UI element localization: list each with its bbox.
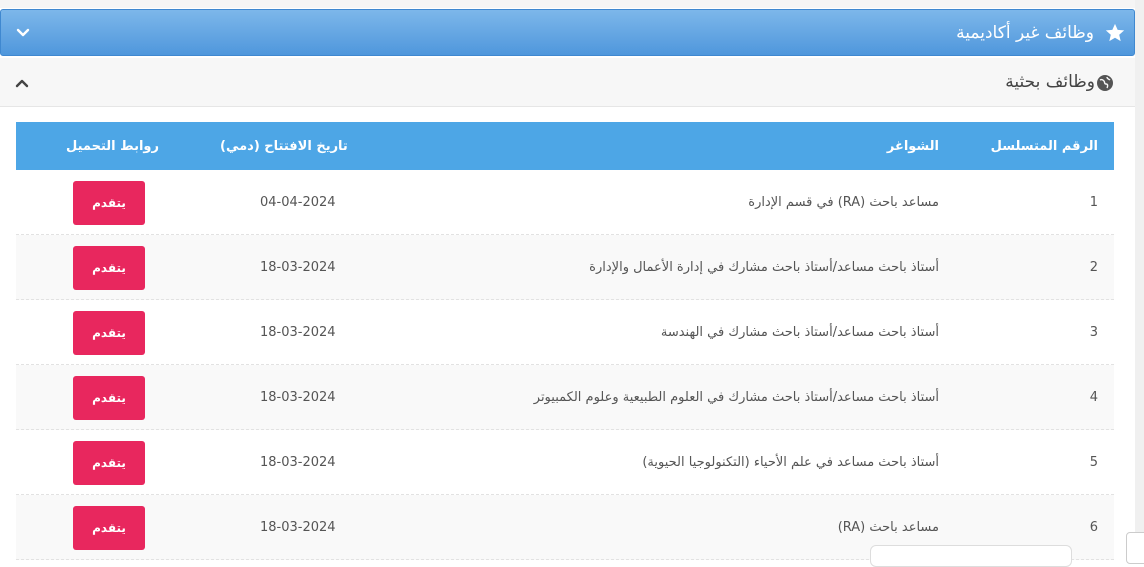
row-date: 18-03-2024 xyxy=(260,259,336,275)
header-opening-date: تاريخ الافتتاح (دمي) xyxy=(220,138,348,154)
floating-widget-edge xyxy=(870,545,1072,567)
row-vacancy: أستاذ باحث مساعد/أستاذ باحث مشارك في اله… xyxy=(660,324,939,340)
row-serial: 1 xyxy=(1089,194,1098,210)
row-date: 04-04-2024 xyxy=(260,194,336,210)
panel-title: وظائف بحثية xyxy=(1005,72,1095,92)
row-date: 18-03-2024 xyxy=(260,324,336,340)
row-serial: 4 xyxy=(1089,389,1098,405)
header-vacancies: الشواغر xyxy=(886,138,939,154)
table-row: 2 أستاذ باحث مساعد/أستاذ باحث مشارك في إ… xyxy=(16,235,1114,300)
row-date: 18-03-2024 xyxy=(260,519,336,535)
table-row: 4 أستاذ باحث مساعد/أستاذ باحث مشارك في ا… xyxy=(16,365,1114,430)
apply-button[interactable]: يتقدم xyxy=(73,376,145,420)
row-date: 18-03-2024 xyxy=(260,454,336,470)
chevron-up-icon[interactable] xyxy=(14,75,30,91)
row-vacancy: أستاذ باحث مساعد/أستاذ باحث مشارك في إدا… xyxy=(589,259,939,275)
row-vacancy: أستاذ باحث مساعد/أستاذ باحث مشارك في الع… xyxy=(533,389,939,405)
table-row: 5 أستاذ باحث مساعد في علم الأحياء (التكن… xyxy=(16,430,1114,495)
header-download-links: روابط التحميل xyxy=(66,138,159,154)
row-serial: 2 xyxy=(1089,259,1098,275)
row-vacancy: أستاذ باحث مساعد في علم الأحياء (التكنول… xyxy=(642,454,939,470)
non-academic-jobs-panel-header[interactable]: وظائف غير أكاديمية xyxy=(0,9,1135,56)
apply-button[interactable]: يتقدم xyxy=(73,181,145,225)
apply-button[interactable]: يتقدم xyxy=(73,506,145,550)
top-strip xyxy=(0,0,1144,8)
row-serial: 3 xyxy=(1089,324,1098,340)
row-serial: 5 xyxy=(1089,454,1098,470)
table-header: الرقم المتسلسل الشواغر تاريخ الافتتاح (د… xyxy=(16,122,1114,170)
chevron-down-icon[interactable] xyxy=(15,25,31,41)
table-row: 1 مساعد باحث (RA) في قسم الإدارة 04-04-2… xyxy=(16,170,1114,235)
star-icon xyxy=(1105,23,1125,42)
apply-button[interactable]: يتقدم xyxy=(73,246,145,290)
scrollbar-gutter[interactable] xyxy=(1135,0,1144,552)
globe-icon xyxy=(1097,75,1113,91)
research-jobs-table: الرقم المتسلسل الشواغر تاريخ الافتتاح (د… xyxy=(16,122,1114,560)
apply-button[interactable]: يتقدم xyxy=(73,311,145,355)
table-row: 3 أستاذ باحث مساعد/أستاذ باحث مشارك في ا… xyxy=(16,300,1114,365)
corner-widget-edge[interactable] xyxy=(1126,532,1144,564)
apply-button[interactable]: يتقدم xyxy=(73,441,145,485)
header-serial: الرقم المتسلسل xyxy=(990,138,1098,154)
row-date: 18-03-2024 xyxy=(260,389,336,405)
row-serial: 6 xyxy=(1089,519,1098,535)
row-vacancy: مساعد باحث (RA) في قسم الإدارة xyxy=(748,194,939,210)
research-jobs-panel-header[interactable]: وظائف بحثية xyxy=(0,58,1135,107)
panel-title: وظائف غير أكاديمية xyxy=(956,23,1094,43)
